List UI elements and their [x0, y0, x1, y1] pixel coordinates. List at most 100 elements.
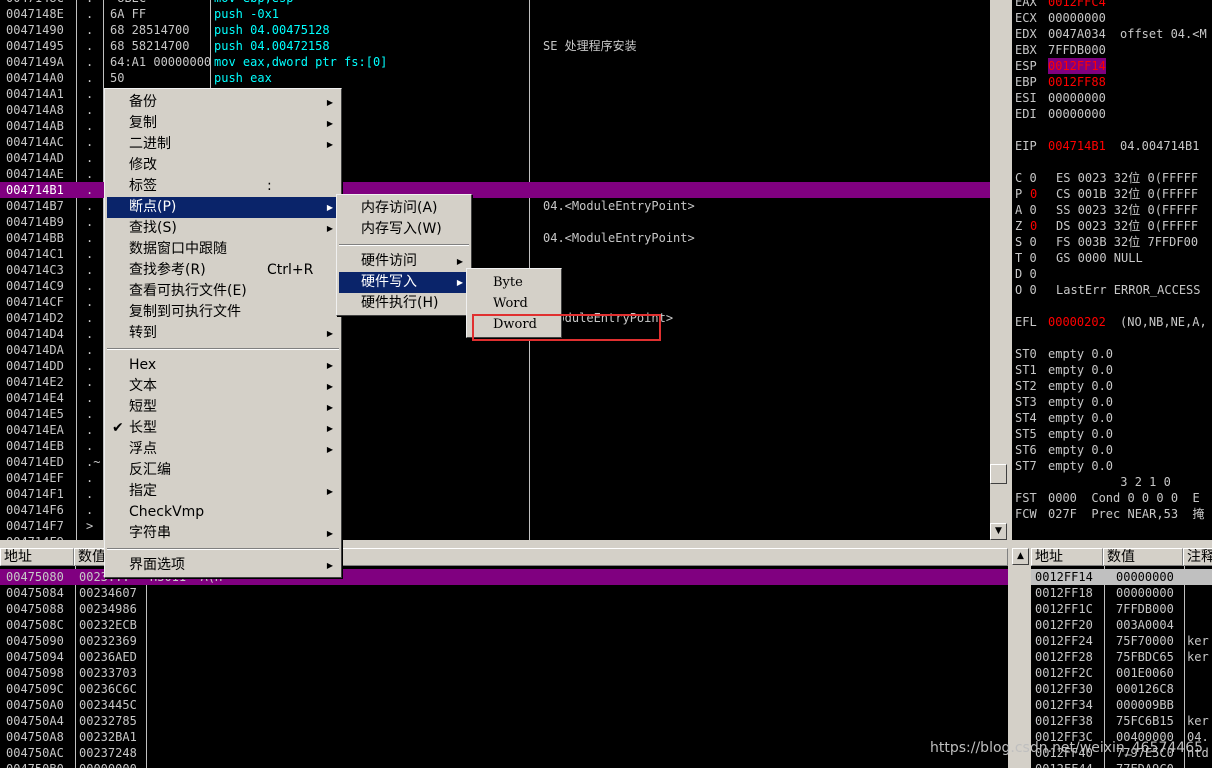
stack-row[interactable]: 0012FF44 77EDA9C0	[1031, 761, 1212, 768]
register-line[interactable]: ST2 empty 0.0	[1012, 378, 1212, 394]
menu-item[interactable]: 内存写入(W)	[339, 219, 469, 240]
dump-row[interactable]: 00475090 00232369	[0, 633, 1008, 649]
menu-item[interactable]: 文本 ▶	[107, 376, 339, 397]
menu-item[interactable]: 硬件执行(H)	[339, 293, 469, 314]
register-line[interactable]: ST6 empty 0.0	[1012, 442, 1212, 458]
register-line[interactable]: ST7 empty 0.0	[1012, 458, 1212, 474]
menu-item[interactable]: 标签:	[107, 176, 339, 197]
register-line[interactable]	[1012, 122, 1212, 138]
stack-scrollbar[interactable]: ▲	[1012, 548, 1031, 768]
dump-row[interactable]: 004750A0 0023445C	[0, 697, 1008, 713]
menu-item[interactable]: 短型 ▶	[107, 397, 339, 418]
stack-row[interactable]: 0012FF18 00000000	[1031, 585, 1212, 601]
menu-item[interactable]: 数据窗口中跟随	[107, 239, 339, 260]
scroll-thumb[interactable]	[990, 464, 1007, 484]
stack-row[interactable]: 0012FF14 00000000	[1031, 569, 1212, 585]
dump-row[interactable]: 0047509C 00236C6C	[0, 681, 1008, 697]
menu-item[interactable]: 硬件写入 ▶	[339, 272, 469, 293]
register-line[interactable]: T 0 GS 0000 NULL	[1012, 250, 1212, 266]
menu-item[interactable]: 指定 ▶	[107, 481, 339, 502]
disasm-row[interactable]: 004714A0. 50 push eax	[0, 70, 990, 86]
stack-row[interactable]: 0012FF24 75F70000 ker	[1031, 633, 1212, 649]
register-line[interactable]: ST1 empty 0.0	[1012, 362, 1212, 378]
menu-item[interactable]: 查找参考(R) Ctrl+R	[107, 260, 339, 281]
dump-row[interactable]: 0047508C 00232ECB	[0, 617, 1008, 633]
register-line[interactable]: EIP 004714B1 04.004714B1	[1012, 138, 1212, 154]
memory-dump-pane[interactable]: 地址 数值 004750800023...H3011 A(H0047508400…	[0, 548, 1008, 768]
stack-row[interactable]: 0012FF30 000126C8	[1031, 681, 1212, 697]
stack-row[interactable]: 0012FF2C 001E0060	[1031, 665, 1212, 681]
menu-item[interactable]: CheckVmp	[107, 502, 339, 523]
menu-item[interactable]: 查看可执行文件(E)	[107, 281, 339, 302]
menu-item[interactable]: 断点(P) ▶	[107, 197, 339, 218]
menu-item[interactable]: 字符串 ▶	[107, 523, 339, 544]
register-line[interactable]: ECX 00000000	[1012, 10, 1212, 26]
register-line[interactable]: ST0 empty 0.0	[1012, 346, 1212, 362]
menu-item[interactable]: 硬件访问 ▶	[339, 251, 469, 272]
stack-header-comment[interactable]: 注释	[1183, 548, 1212, 566]
register-line[interactable]: EDI 00000000	[1012, 106, 1212, 122]
menu-item[interactable]: 修改	[107, 155, 339, 176]
register-line[interactable]: S 0 FS 003B 32位 7FFDF00	[1012, 234, 1212, 250]
dump-header-address[interactable]: 地址	[0, 548, 74, 566]
disasm-row[interactable]: 0047148E. 6A FF push -0x1	[0, 6, 990, 22]
menu-item[interactable]: 浮点 ▶	[107, 439, 339, 460]
scroll-up-button[interactable]: ▲	[1012, 548, 1029, 565]
menu-item[interactable]: 备份 ▶	[107, 92, 339, 113]
register-line[interactable]: ESI 00000000	[1012, 90, 1212, 106]
register-line[interactable]: ESP 0012FF14	[1012, 58, 1212, 74]
dump-row[interactable]: 004750B0 00000000	[0, 761, 1008, 768]
register-line[interactable]: EAX 0012FFC4	[1012, 0, 1212, 10]
stack-pane[interactable]: ▲ 地址 数值 注释 0012FF14 00000000 0012FF18 00000…	[1012, 548, 1212, 768]
register-line[interactable]: ST5 empty 0.0	[1012, 426, 1212, 442]
dump-row[interactable]: 00475084 00234607	[0, 585, 1008, 601]
dump-row[interactable]: 004750A4 00232785	[0, 713, 1008, 729]
stack-header-value[interactable]: 数值	[1103, 548, 1183, 566]
menu-item[interactable]: 查找(S) ▶	[107, 218, 339, 239]
register-line[interactable]: Z 0 DS 0023 32位 0(FFFFF	[1012, 218, 1212, 234]
menu-item[interactable]: 反汇编	[107, 460, 339, 481]
stack-row[interactable]: 0012FF1C 7FFDB000	[1031, 601, 1212, 617]
dump-row[interactable]: 004750A8 00232BA1	[0, 729, 1008, 745]
disasm-row[interactable]: 00471490. 68 28514700 push 04.00475128	[0, 22, 990, 38]
register-line[interactable]: A 0 SS 0023 32位 0(FFFFF	[1012, 202, 1212, 218]
register-line[interactable]: O 0 LastErr ERROR_ACCESS	[1012, 282, 1212, 298]
register-line[interactable]: EFL 00000202 (NO,NB,NE,A,	[1012, 314, 1212, 330]
menu-item[interactable]: 复制 ▶	[107, 113, 339, 134]
menu-item[interactable]: 界面选项 ▶	[107, 555, 339, 576]
disasm-row[interactable]: 0047149A. 64:A1 00000000 mov eax,dword ptr…	[0, 54, 990, 70]
dump-row[interactable]: 004750AC 00237248	[0, 745, 1008, 761]
menu-item[interactable]: 长型 ✔ ▶	[107, 418, 339, 439]
stack-header-address[interactable]: 地址	[1031, 548, 1103, 566]
register-line[interactable]: 3 2 1 0	[1012, 474, 1212, 490]
registers-pane[interactable]: EAX 0012FFC4 ECX 00000000 EDX 0047A034 offset …	[1012, 0, 1212, 540]
menu-item[interactable]: Hex ▶	[107, 355, 339, 376]
stack-row[interactable]: 0012FF38 75FC6B15 ker	[1031, 713, 1212, 729]
dump-row[interactable]: 00475098 00233703	[0, 665, 1008, 681]
register-line[interactable]: P 0 CS 001B 32位 0(FFFFF	[1012, 186, 1212, 202]
register-line[interactable]: EBP 0012FF88	[1012, 74, 1212, 90]
menu-item-word[interactable]: Word	[469, 293, 559, 314]
disasm-row[interactable]: 00471495. 68 58214700 push 04.00472158 SE 处…	[0, 38, 990, 54]
stack-row[interactable]: 0012FF28 75FBDC65 ker	[1031, 649, 1212, 665]
register-line[interactable]: FCW 027F Prec NEAR,53 掩	[1012, 506, 1212, 522]
register-line[interactable]: D 0	[1012, 266, 1212, 282]
register-line[interactable]: ST3 empty 0.0	[1012, 394, 1212, 410]
register-line[interactable]: C 0 ES 0023 32位 0(FFFFF	[1012, 170, 1212, 186]
dump-row[interactable]: 00475094 00236AED	[0, 649, 1008, 665]
stack-row[interactable]: 0012FF20 003A0004	[1031, 617, 1212, 633]
menu-item[interactable]: 内存访问(A)	[339, 198, 469, 219]
register-line[interactable]: EDX 0047A034 offset 04.<M	[1012, 26, 1212, 42]
menu-item[interactable]: 复制到可执行文件	[107, 302, 339, 323]
menu-item[interactable]: 二进制 ▶	[107, 134, 339, 155]
disassembly-scrollbar[interactable]: ▼	[990, 0, 1008, 540]
dump-row[interactable]: 00475088 00234986	[0, 601, 1008, 617]
register-line[interactable]: ST4 empty 0.0	[1012, 410, 1212, 426]
menu-item-byte[interactable]: Byte	[469, 272, 559, 293]
register-line[interactable]	[1012, 330, 1212, 346]
stack-row[interactable]: 0012FF34 000009BB	[1031, 697, 1212, 713]
register-line[interactable]	[1012, 298, 1212, 314]
scroll-down-button[interactable]: ▼	[990, 523, 1007, 540]
register-line[interactable]: FST 0000 Cond 0 0 0 0 E	[1012, 490, 1212, 506]
menu-item[interactable]: 转到 ▶	[107, 323, 339, 344]
